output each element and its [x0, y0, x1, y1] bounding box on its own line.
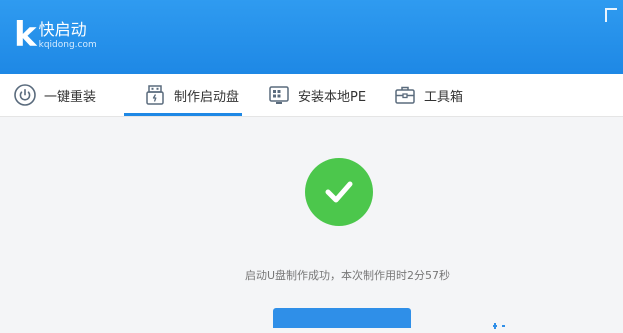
- app-header: k 快启动 kqidong.com: [0, 0, 623, 74]
- app-logo: k 快启动 kqidong.com: [14, 18, 97, 52]
- logo-name: 快启动: [38, 20, 87, 39]
- tab-bar: 一键重装 制作启动盘 安装本地PE 工具箱: [0, 74, 623, 117]
- main-content: 启动U盘制作成功，本次制作用时2分57秒: [0, 117, 623, 329]
- window-corner-icon[interactable]: [605, 8, 617, 22]
- tab-make-boot-disk[interactable]: 制作启动盘: [124, 74, 242, 116]
- logo-letter: k: [14, 15, 37, 55]
- tab-one-key-reinstall[interactable]: 一键重装: [14, 74, 114, 116]
- tab-label: 安装本地PE: [298, 89, 367, 105]
- logo-domain: kqidong.com: [38, 40, 97, 50]
- usb-drive-icon: [144, 84, 166, 106]
- toolbox-icon: [394, 84, 416, 106]
- tab-label: 制作启动盘: [174, 89, 240, 105]
- success-check-icon: [305, 158, 373, 226]
- tab-label: 一键重装: [44, 89, 97, 105]
- tab-install-local-pe[interactable]: 安装本地PE: [268, 74, 378, 116]
- partial-icon: [492, 314, 506, 329]
- primary-action-button[interactable]: [273, 308, 411, 328]
- tab-toolbox[interactable]: 工具箱: [394, 74, 484, 116]
- power-icon: [14, 84, 36, 106]
- tab-label: 工具箱: [424, 89, 464, 105]
- pe-install-icon: [268, 84, 290, 106]
- status-message: 启动U盘制作成功，本次制作用时2分57秒: [244, 269, 451, 282]
